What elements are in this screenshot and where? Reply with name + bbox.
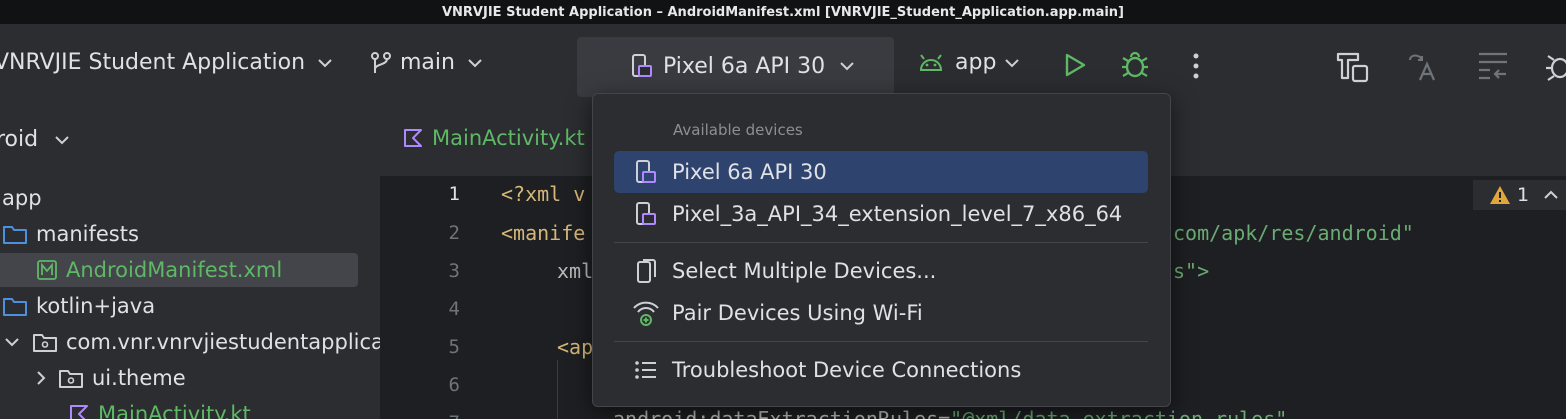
tree-item-label: manifests (36, 222, 139, 246)
window-title-bar: VNRVJIE Student Application – AndroidMan… (0, 0, 1566, 24)
device-manager-icon[interactable] (1334, 48, 1370, 84)
debug-icon[interactable] (1120, 51, 1150, 79)
branch-name: main (400, 50, 455, 75)
device-icon (626, 201, 666, 227)
warning-icon (1489, 185, 1511, 205)
tab-main-activity[interactable]: MainActivity.kt (402, 126, 585, 150)
project-name: VNRVJIE Student Application (0, 50, 306, 75)
menu-separator (614, 242, 1148, 243)
select-multiple-devices-item[interactable]: Select Multiple Devices... (614, 250, 1148, 292)
tree-item-label: AndroidManifest.xml (66, 258, 283, 282)
chevron-down-icon (467, 58, 483, 68)
line-number: 7 (380, 412, 460, 419)
tree-item-label: MainActivity.kt (98, 402, 251, 419)
line-number: 5 (448, 336, 460, 358)
code-line-5-tag[interactable]: <ap (557, 335, 593, 359)
tree-item-label: app (2, 186, 42, 210)
device-icon (626, 159, 666, 185)
line-number: 2 (448, 222, 460, 244)
chevron-down-icon (54, 135, 70, 145)
menu-separator (614, 341, 1148, 342)
line-number: 6 (448, 374, 460, 396)
device-option-label: Pixel_3a_API_34_extension_level_7_x86_64 (672, 202, 1123, 226)
chevron-right-icon[interactable] (36, 370, 46, 386)
code-line-7-string: "@xml/data_extraction_rules" (950, 407, 1288, 419)
project-selector[interactable]: VNRVJIE Student Application (0, 50, 333, 75)
chevron-down-icon[interactable] (4, 337, 20, 347)
menu-item-label: Troubleshoot Device Connections (672, 358, 1022, 382)
chevron-down-icon (317, 58, 333, 68)
project-view-label: roid (0, 127, 39, 152)
more-icon[interactable] (1186, 52, 1206, 80)
multiple-devices-icon (626, 258, 666, 284)
tree-item-package[interactable]: com.vnr.vnrvjiestudentapplica (0, 325, 380, 359)
tree-item-manifests[interactable]: manifests (0, 217, 380, 251)
package-icon (58, 367, 84, 389)
line-number: 1 (448, 183, 460, 205)
branch-icon (370, 51, 392, 75)
pair-devices-wifi-item[interactable]: Pair Devices Using Wi-Fi (614, 292, 1148, 334)
tree-item-android-manifest[interactable]: AndroidManifest.xml (0, 253, 358, 287)
available-devices-header: Available devices (673, 121, 803, 139)
device-dropdown-menu: Available devices Pixel 6a API 30 Pixel_… (592, 93, 1171, 407)
code-line-3-attr[interactable]: xml (557, 259, 593, 283)
chevron-down-icon (1004, 58, 1020, 68)
tab-label: MainActivity.kt (432, 126, 585, 150)
package-icon (32, 331, 58, 353)
menu-item-label: Pair Devices Using Wi-Fi (672, 301, 923, 325)
branch-selector[interactable]: main (370, 50, 483, 75)
kotlin-file-icon (402, 127, 424, 149)
code-line-2-tag[interactable]: <manife (501, 221, 585, 245)
tree-item-kotlin-java[interactable]: kotlin+java (0, 289, 380, 323)
tree-item-label: com.vnr.vnrvjiestudentapplica (66, 330, 380, 354)
translate-icon[interactable] (1406, 50, 1442, 84)
run-config-name: app (955, 50, 997, 75)
kotlin-file-icon (68, 403, 90, 419)
warning-count: 1 (1517, 184, 1530, 206)
wifi-pair-icon (626, 299, 666, 327)
folder-icon (2, 223, 28, 245)
main-toolbar: VNRVJIE Student Application main Pixel 6… (0, 24, 1566, 98)
android-icon (919, 53, 943, 72)
inspection-widget[interactable]: 1 (1473, 180, 1566, 210)
device-icon (631, 53, 653, 79)
run-icon[interactable] (1062, 52, 1088, 78)
line-number: 3 (448, 260, 460, 282)
device-option-pixel-3a[interactable]: Pixel_3a_API_34_extension_level_7_x86_64 (614, 193, 1148, 235)
code-line-1[interactable]: <?xml v (501, 182, 585, 206)
device-name: Pixel 6a API 30 (663, 53, 826, 79)
tree-item-ui-theme[interactable]: ui.theme (0, 361, 380, 395)
line-number: 4 (448, 298, 460, 320)
device-option-label: Pixel 6a API 30 (672, 160, 827, 184)
device-selector-button[interactable]: Pixel 6a API 30 (577, 37, 894, 97)
device-option-pixel-6a[interactable]: Pixel 6a API 30 (614, 151, 1148, 193)
tree-item-main-activity[interactable]: MainActivity.kt (0, 397, 380, 419)
run-config-selector[interactable]: app (919, 50, 1020, 75)
project-tool-window: roid app manifests AndroidManifest.xml k… (0, 98, 380, 419)
list-icon (626, 359, 666, 381)
menu-item-label: Select Multiple Devices... (672, 259, 937, 283)
code-line-7-attr: android:dataExtractionRules= (613, 407, 951, 419)
project-view-selector[interactable]: roid (0, 127, 70, 152)
chevron-down-icon (839, 61, 855, 71)
tree-item-label: ui.theme (92, 366, 186, 390)
debug-gear-icon[interactable] (1542, 50, 1566, 82)
chevron-up-icon[interactable] (1543, 190, 1559, 200)
tree-item-app[interactable]: app (0, 181, 380, 215)
manifest-file-icon (36, 259, 58, 281)
indent-guide (557, 360, 558, 419)
sync-list-icon[interactable] (1476, 50, 1510, 82)
window-title: VNRVJIE Student Application – AndroidMan… (441, 4, 1125, 20)
code-line-2-string[interactable]: com/apk/res/android" (1173, 221, 1414, 245)
code-line-3-string[interactable]: s"> (1173, 259, 1209, 283)
tree-item-label: kotlin+java (36, 294, 156, 318)
code-line-7[interactable]: android:dataExtractionRules="@xml/data_e… (613, 407, 1287, 419)
folder-icon (2, 295, 28, 317)
troubleshoot-connections-item[interactable]: Troubleshoot Device Connections (614, 349, 1148, 391)
